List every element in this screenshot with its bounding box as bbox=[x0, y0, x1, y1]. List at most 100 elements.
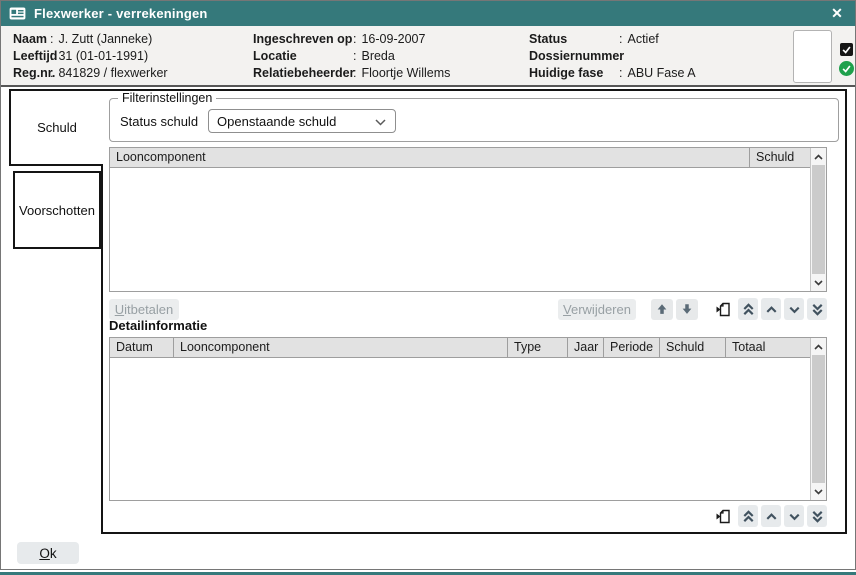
detail-table-scrollbar[interactable] bbox=[810, 338, 826, 500]
tab-schuld[interactable]: Schuld bbox=[9, 89, 103, 166]
column-header-jaar[interactable]: Jaar bbox=[568, 338, 604, 357]
new-record-button[interactable] bbox=[713, 505, 735, 527]
status-schuld-select[interactable]: Openstaande schuld bbox=[208, 109, 396, 133]
field-separator: : bbox=[353, 48, 361, 65]
chevron-down-icon bbox=[814, 489, 823, 495]
chevron-up-icon bbox=[814, 154, 823, 160]
field-label: Status bbox=[529, 31, 619, 48]
check-circle-glyph bbox=[841, 63, 852, 74]
field-label: Relatiebeheerder bbox=[253, 65, 353, 82]
chevron-up-icon bbox=[814, 344, 823, 350]
scroll-thumb[interactable] bbox=[812, 165, 825, 274]
chevron-up-icon bbox=[764, 509, 779, 524]
tab-voorschotten[interactable]: Voorschotten bbox=[13, 171, 101, 249]
field-value: J. Zutt (Janneke) bbox=[58, 31, 152, 48]
field-value: Breda bbox=[361, 48, 394, 65]
field-value: ABU Fase A bbox=[627, 65, 695, 82]
first-row-button[interactable] bbox=[738, 298, 758, 320]
last-row-button[interactable] bbox=[807, 298, 827, 320]
column-header-periode[interactable]: Periode bbox=[604, 338, 660, 357]
scroll-down-button[interactable] bbox=[811, 483, 826, 500]
schuld-table-scrollbar[interactable] bbox=[810, 148, 826, 291]
header-field: Leeftijd : 31 (01-01-1991) bbox=[13, 48, 168, 65]
last-row-button[interactable] bbox=[807, 505, 827, 527]
checkmark-icon bbox=[841, 44, 852, 55]
field-label: Huidige fase bbox=[529, 65, 619, 82]
header-field: Locatie : Breda bbox=[253, 48, 450, 65]
next-row-button[interactable] bbox=[784, 298, 804, 320]
field-label: Leeftijd bbox=[13, 48, 50, 65]
header-field: Dossiernummer : bbox=[529, 48, 696, 65]
schuld-table[interactable]: Looncomponent Schuld bbox=[109, 147, 827, 292]
field-separator: : bbox=[353, 65, 361, 82]
verwijderen-label: Verwijderen bbox=[563, 302, 631, 317]
double-chevron-up-icon bbox=[741, 302, 756, 317]
scroll-thumb[interactable] bbox=[812, 355, 825, 483]
scroll-up-button[interactable] bbox=[811, 338, 826, 355]
field-separator: : bbox=[50, 48, 58, 65]
verwijderen-button[interactable]: Verwijderen bbox=[558, 299, 636, 320]
field-value: 841829 / flexwerker bbox=[58, 65, 167, 82]
status-schuld-label: Status schuld bbox=[120, 114, 198, 129]
arrow-down-icon bbox=[680, 302, 694, 316]
field-value: Actief bbox=[627, 31, 658, 48]
chevron-down-icon bbox=[375, 119, 386, 126]
column-header-datum[interactable]: Datum bbox=[110, 338, 174, 357]
uitbetalen-button[interactable]: Uitbetalen bbox=[109, 299, 179, 320]
field-label: Locatie bbox=[253, 48, 353, 65]
filter-row: Status schuld Openstaande schuld bbox=[120, 99, 396, 143]
header-info: Naam : J. Zutt (Janneke) Leeftijd : 31 (… bbox=[1, 26, 855, 87]
detail-record-nav-group bbox=[109, 505, 827, 527]
chevron-down-icon bbox=[787, 302, 802, 317]
flexwerker-dialog: Flexwerker - verrekeningen ✕ Naam : J. Z… bbox=[0, 0, 856, 570]
scroll-down-button[interactable] bbox=[811, 274, 826, 291]
column-header-type[interactable]: Type bbox=[508, 338, 568, 357]
column-header-looncomponent[interactable]: Looncomponent bbox=[110, 148, 750, 167]
first-row-button[interactable] bbox=[738, 505, 758, 527]
new-record-icon bbox=[716, 301, 732, 318]
field-separator: : bbox=[619, 65, 627, 82]
next-row-button[interactable] bbox=[784, 505, 804, 527]
header-field: Status : Actief bbox=[529, 31, 696, 48]
status-ok-icon bbox=[839, 61, 854, 76]
header-field: Reg.nr. : 841829 / flexwerker bbox=[13, 65, 168, 82]
active-checkbox[interactable] bbox=[840, 43, 853, 56]
tab-voorschotten-label: Voorschotten bbox=[19, 203, 95, 218]
move-down-button[interactable] bbox=[676, 299, 698, 320]
column-header-totaal[interactable]: Totaal bbox=[726, 338, 810, 357]
detail-title: Detailinformatie bbox=[109, 318, 207, 333]
header-field: Ingeschreven op : 16-09-2007 bbox=[253, 31, 450, 48]
header-field: Relatiebeheerder : Floortje Willems bbox=[253, 65, 450, 82]
field-separator: : bbox=[50, 31, 58, 48]
new-record-icon bbox=[716, 508, 732, 525]
field-value: 16-09-2007 bbox=[361, 31, 425, 48]
chevron-down-icon bbox=[814, 280, 823, 286]
new-record-button[interactable] bbox=[713, 298, 735, 320]
filter-fieldset: Filterinstellingen Status schuld Opensta… bbox=[109, 98, 839, 142]
field-value: 31 (01-01-1991) bbox=[58, 48, 148, 65]
header-column-registration: Ingeschreven op : 16-09-2007 Locatie : B… bbox=[253, 31, 450, 82]
close-button[interactable]: ✕ bbox=[828, 4, 846, 22]
double-chevron-down-icon bbox=[810, 509, 825, 524]
window-title: Flexwerker - verrekeningen bbox=[34, 6, 208, 21]
double-chevron-up-icon bbox=[741, 509, 756, 524]
move-up-button[interactable] bbox=[651, 299, 673, 320]
tab-schuld-label: Schuld bbox=[37, 120, 77, 135]
detail-table[interactable]: Datum Looncomponent Type Jaar Periode Sc… bbox=[109, 337, 827, 501]
ok-button[interactable]: Ok bbox=[17, 542, 79, 564]
schuld-table-header: Looncomponent Schuld bbox=[110, 148, 810, 168]
arrow-up-icon bbox=[655, 302, 669, 316]
detail-table-header: Datum Looncomponent Type Jaar Periode Sc… bbox=[110, 338, 810, 358]
screenshot-canvas: Flexwerker - verrekeningen ✕ Naam : J. Z… bbox=[0, 0, 856, 575]
column-header-schuld[interactable]: Schuld bbox=[750, 148, 810, 167]
double-chevron-down-icon bbox=[810, 302, 825, 317]
prev-row-button[interactable] bbox=[761, 505, 781, 527]
column-header-schuld[interactable]: Schuld bbox=[660, 338, 726, 357]
field-separator: : bbox=[50, 65, 58, 82]
prev-row-button[interactable] bbox=[761, 298, 781, 320]
scroll-up-button[interactable] bbox=[811, 148, 826, 165]
field-separator: : bbox=[619, 31, 627, 48]
app-card-icon bbox=[9, 7, 26, 20]
column-header-looncomponent[interactable]: Looncomponent bbox=[174, 338, 508, 357]
field-value: Floortje Willems bbox=[361, 65, 450, 82]
